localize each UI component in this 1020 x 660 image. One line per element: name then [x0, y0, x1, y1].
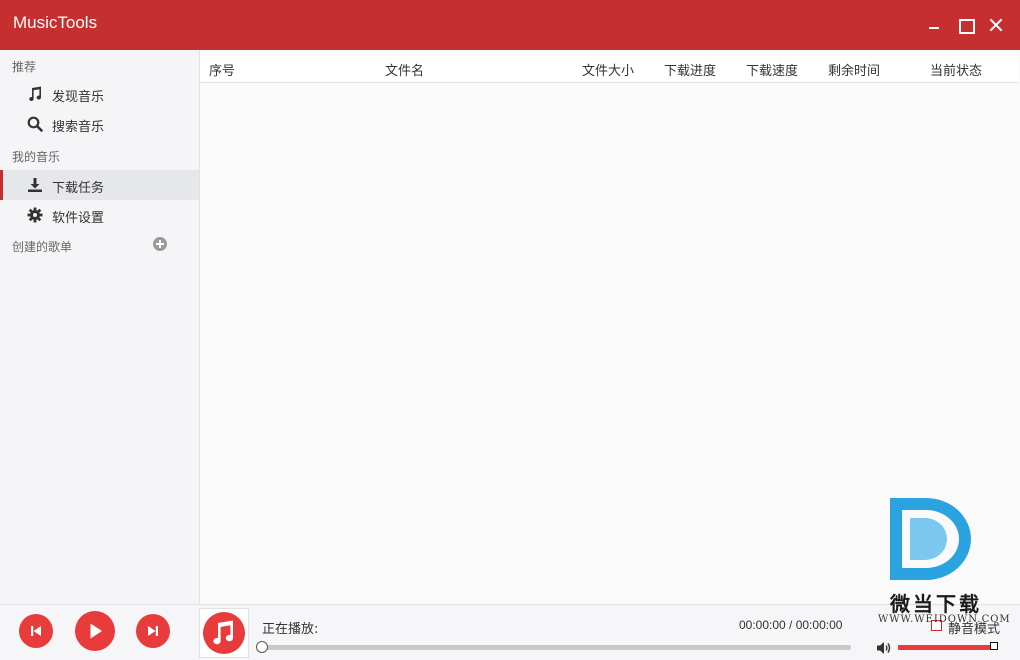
close-button[interactable]: [986, 15, 1006, 35]
column-header-filesize[interactable]: 文件大小: [582, 60, 634, 79]
table-header: 序号 文件名 文件大小 下载进度 下载速度 剩余时间 当前状态: [200, 54, 1018, 83]
sidebar-item-settings[interactable]: 软件设置: [0, 200, 199, 230]
skip-previous-icon: [31, 626, 41, 636]
title-bar: MusicTools: [0, 0, 1020, 50]
add-playlist-icon[interactable]: [153, 237, 167, 251]
album-disc: [203, 612, 245, 654]
playback-progress-bar[interactable]: [256, 641, 851, 653]
play-button[interactable]: [75, 611, 115, 651]
column-header-remaining-time[interactable]: 剩余时间: [828, 60, 880, 79]
column-header-index[interactable]: 序号: [209, 60, 235, 79]
previous-track-button[interactable]: [19, 614, 53, 648]
sidebar: 推荐 发现音乐 搜索音乐 我的音乐 下载任务 软件设置 创建的歌单: [0, 50, 200, 604]
maximize-button[interactable]: [955, 15, 975, 35]
sidebar-item-search-music[interactable]: 搜索音乐: [0, 109, 199, 139]
next-track-button[interactable]: [136, 614, 170, 648]
sidebar-item-label: 软件设置: [52, 211, 105, 226]
music-note-icon: [29, 86, 42, 102]
sidebar-section-created-playlists: 创建的歌单: [12, 240, 73, 254]
progress-slider-handle[interactable]: [256, 641, 268, 653]
player-bar: 正在播放: 00:00:00 / 00:00:00 静音模式: [0, 604, 1020, 660]
column-header-speed[interactable]: 下载速度: [746, 60, 798, 79]
play-icon: [90, 623, 102, 639]
column-header-progress[interactable]: 下载进度: [664, 60, 716, 79]
download-icon: [28, 178, 42, 192]
sidebar-item-label: 下载任务: [52, 181, 105, 196]
volume-level-fill: [898, 645, 994, 650]
playback-time: 00:00:00 / 00:00:00: [739, 618, 843, 632]
column-header-filename[interactable]: 文件名: [385, 60, 424, 79]
album-cover[interactable]: [199, 608, 249, 658]
music-note-icon: [213, 620, 234, 645]
volume-icon[interactable]: [876, 641, 892, 655]
sidebar-item-download-tasks[interactable]: 下载任务: [0, 170, 199, 200]
sidebar-item-discover-music[interactable]: 发现音乐: [0, 79, 199, 109]
search-icon: [27, 116, 43, 132]
app-title: MusicTools: [13, 13, 98, 32]
gear-icon: [27, 207, 43, 223]
skip-next-icon: [148, 626, 158, 636]
watermark-text: 微当下载: [890, 592, 982, 616]
minimize-button[interactable]: [924, 15, 944, 35]
sidebar-item-label: 搜索音乐: [52, 120, 105, 135]
watermark-url: WWW.WEIDOWN.COM: [878, 614, 1011, 625]
column-header-status[interactable]: 当前状态: [930, 60, 982, 79]
sidebar-section-recommend: 推荐: [12, 60, 37, 74]
volume-slider[interactable]: [898, 642, 998, 650]
sidebar-section-my-music: 我的音乐: [12, 150, 61, 164]
now-playing-label: 正在播放:: [262, 622, 319, 637]
volume-slider-handle[interactable]: [990, 642, 998, 650]
sidebar-item-label: 发现音乐: [52, 90, 105, 105]
